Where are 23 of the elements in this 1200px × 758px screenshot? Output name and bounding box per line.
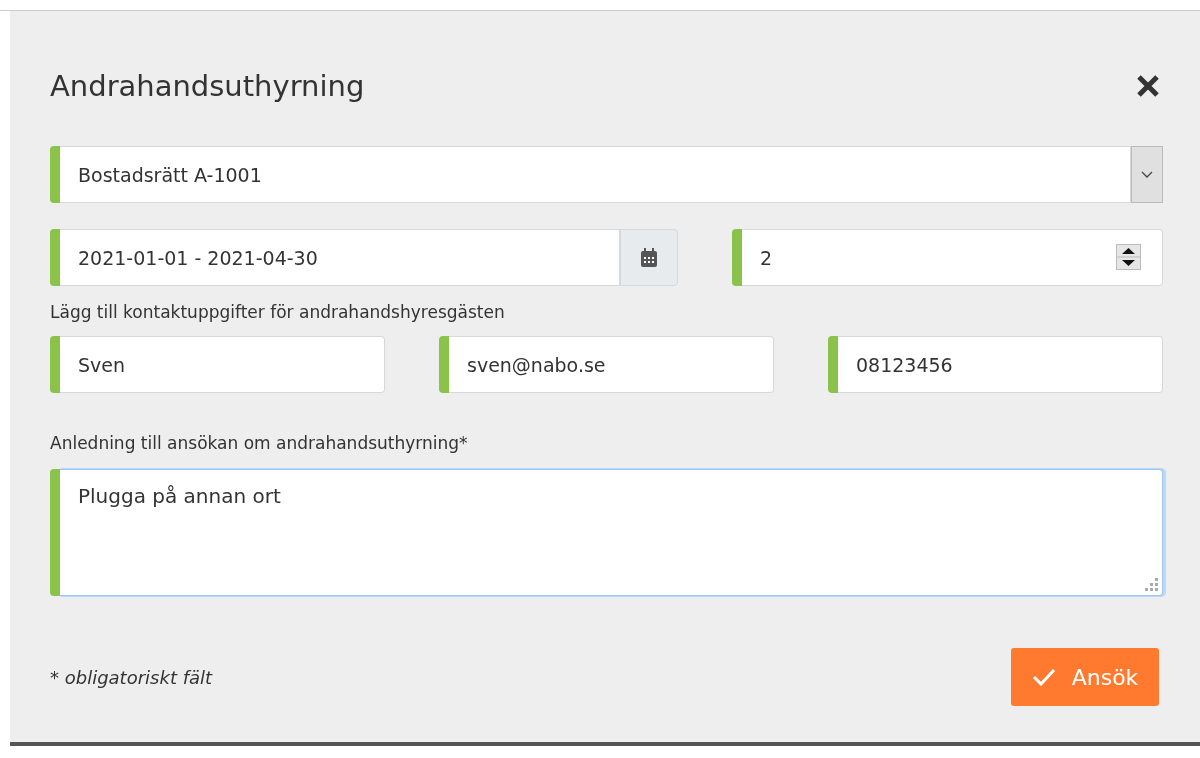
input-field[interactable]: 08123456 <box>838 336 1163 393</box>
check-icon <box>1031 668 1056 686</box>
required-marker <box>439 336 449 393</box>
text-area[interactable]: Plugga på annan ort <box>60 469 1163 596</box>
date-field[interactable]: 2021-01-01 - 2021-04-30 <box>60 229 620 286</box>
required-marker <box>50 336 60 393</box>
required-marker <box>732 229 742 286</box>
required-marker <box>828 336 838 393</box>
input-field[interactable]: Sven <box>60 336 385 393</box>
input-field[interactable]: sven@nabo.se <box>449 336 774 393</box>
spinner-icon[interactable] <box>1116 244 1141 270</box>
required-marker <box>50 229 60 286</box>
resize-grip-icon[interactable] <box>1145 578 1159 592</box>
required-note: * obligatoriskt fält <box>50 666 213 688</box>
chevron-down-icon[interactable] <box>1141 170 1153 179</box>
input-field[interactable]: 2 <box>742 229 1163 286</box>
calendar-button[interactable] <box>620 229 678 286</box>
calendar-icon[interactable] <box>640 247 658 268</box>
dialog-title: Andrahandsuthyrning <box>50 69 365 103</box>
field-label: Anledning till ansökan om andrahandsuthyrning* <box>50 433 469 453</box>
dropdown[interactable]: Bostadsrätt A-1001 <box>60 146 1131 203</box>
section-label: Lägg till kontaktuppgifter för andrahandshyresgästen <box>50 302 506 322</box>
required-marker <box>50 146 60 203</box>
